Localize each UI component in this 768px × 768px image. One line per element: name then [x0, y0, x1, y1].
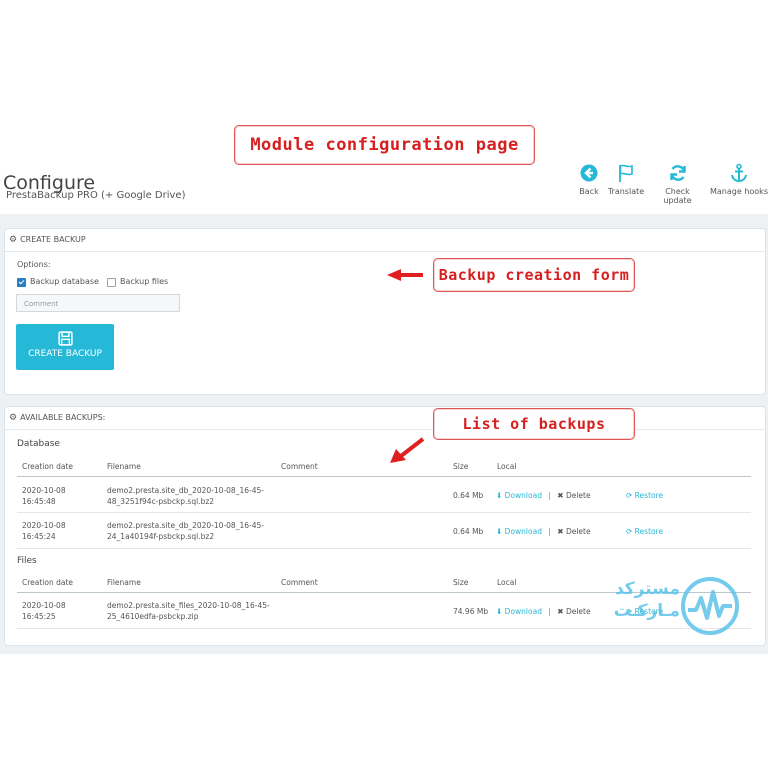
row-size: 0.64 Mb [453, 491, 484, 500]
download-link[interactable]: ⬇ Download [496, 607, 542, 616]
watermark-text: مستركد مـارکـت [608, 578, 680, 622]
back-label: Back [579, 187, 599, 196]
available-backups-heading: ⚙ AVAILABLE BACKUPS: [5, 407, 765, 430]
delete-link[interactable]: ✖ Delete [557, 527, 590, 536]
gears-icon: ⚙ [9, 413, 18, 423]
translate-button[interactable]: Translate [606, 163, 646, 196]
arrow-left-icon [387, 269, 423, 281]
row-date: 2020-10-08 16:45:48 [22, 486, 66, 506]
page-subtitle: PrestaBackup PRO (+ Google Drive) [6, 190, 186, 201]
options-label: Options: [17, 260, 51, 269]
row-divider [17, 512, 751, 513]
column-size: Size [453, 462, 469, 471]
row-filename: demo2.presta.site_db_2020-10-08_16-45- 24… [107, 521, 264, 541]
create-backup-heading: ⚙ CREATE BACKUP [5, 229, 765, 252]
comment-input[interactable]: Comment [16, 294, 180, 312]
anchor-icon [731, 163, 747, 183]
watermark-line-2: مـارکـت [613, 601, 680, 621]
back-button[interactable]: Back [576, 163, 602, 196]
column-size: Size [453, 578, 469, 587]
restore-link[interactable]: ⟳ Restore [626, 490, 663, 501]
restore-link[interactable]: ⟳ Restore [626, 526, 663, 537]
backup-database-label[interactable]: Backup database [30, 277, 99, 286]
row-actions: ⬇ Download | ✖ Delete [496, 607, 591, 616]
row-filename: demo2.presta.site_files_2020-10-08_16-45… [107, 601, 270, 621]
check-update-button[interactable]: Check update [650, 163, 705, 205]
check-update-label: Check update [663, 187, 692, 205]
manage-hooks-label: Manage hooks [710, 187, 768, 196]
header-divider [17, 476, 751, 477]
download-link[interactable]: ⬇ Download [496, 491, 542, 500]
row-actions: ⬇ Download | ✖ Delete [496, 527, 591, 536]
column-filename: Filename [107, 462, 141, 471]
create-backup-button-label: CREATE BACKUP [28, 349, 102, 359]
callout-backup-creation-form: Backup creation form [433, 258, 635, 292]
row-filename: demo2.presta.site_db_2020-10-08_16-45- 48… [107, 486, 264, 506]
manage-hooks-button[interactable]: Manage hooks [710, 163, 768, 196]
row-size: 74.96 Mb [453, 607, 489, 616]
row-divider [17, 628, 751, 629]
column-comment: Comment [281, 578, 318, 587]
row-divider [17, 548, 751, 549]
refresh-icon [669, 165, 686, 181]
files-section-title: Files [17, 556, 37, 566]
column-local: Local [497, 578, 517, 587]
download-link[interactable]: ⬇ Download [496, 527, 542, 536]
column-local: Local [497, 462, 517, 471]
database-section-title: Database [17, 439, 60, 449]
row-date: 2020-10-08 16:45:24 [22, 521, 66, 541]
arrow-down-left-icon [390, 437, 425, 463]
delete-link[interactable]: ✖ Delete [557, 491, 590, 500]
backup-files-checkbox[interactable] [107, 278, 116, 287]
row-actions: ⬇ Download | ✖ Delete [496, 491, 591, 500]
backup-database-checkbox[interactable] [17, 278, 26, 287]
watermark-line-1: مستركد [614, 579, 680, 599]
flag-icon [619, 164, 633, 182]
delete-link[interactable]: ✖ Delete [557, 607, 590, 616]
create-backup-heading-text: CREATE BACKUP [20, 235, 86, 244]
row-size: 0.64 Mb [453, 527, 484, 536]
column-creation-date: Creation date [22, 578, 74, 587]
column-comment: Comment [281, 462, 318, 471]
back-arrow-icon [580, 164, 598, 182]
translate-label: Translate [607, 187, 645, 196]
row-date: 2020-10-08 16:45:25 [22, 601, 66, 621]
callout-list-of-backups: List of backups [433, 408, 635, 440]
column-creation-date: Creation date [22, 462, 74, 471]
floppy-disk-icon [57, 331, 73, 346]
callout-module-configuration: Module configuration page [234, 125, 535, 165]
create-backup-button[interactable]: CREATE BACKUP [16, 324, 114, 370]
available-backups-heading-text: AVAILABLE BACKUPS: [20, 413, 106, 422]
watermark-logo-icon [681, 577, 739, 635]
gears-icon: ⚙ [9, 235, 18, 245]
column-filename: Filename [107, 578, 141, 587]
backup-files-label[interactable]: Backup files [120, 277, 168, 286]
